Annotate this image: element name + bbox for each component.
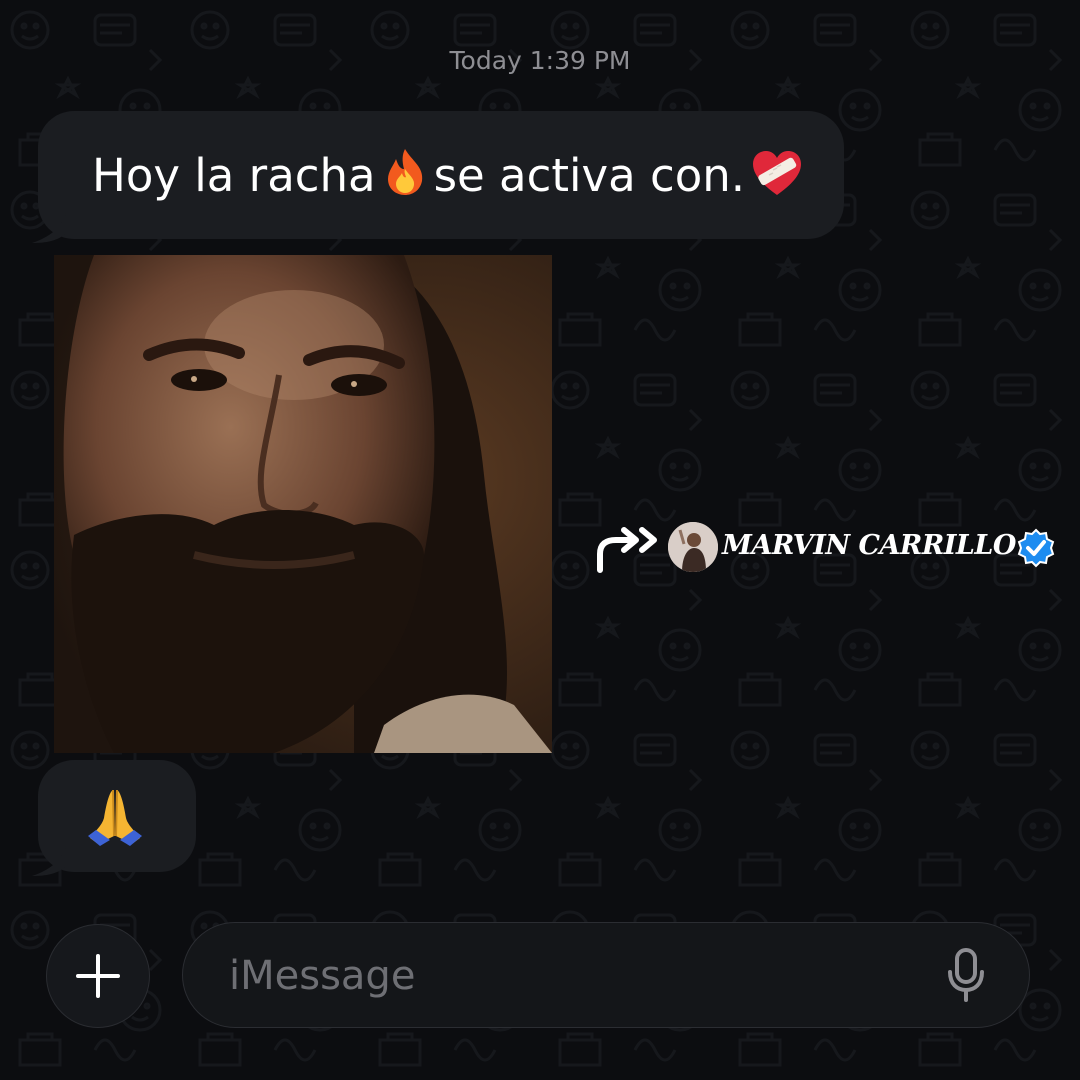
avatar xyxy=(668,522,718,572)
messages-screen: Today 1:39 PM Hoy la racha se activa con. xyxy=(0,0,1080,1080)
incoming-message-bubble[interactable]: Hoy la racha se activa con. xyxy=(32,111,844,243)
message-text-part-1: Hoy la racha xyxy=(92,149,376,202)
shared-photo[interactable] xyxy=(54,255,552,753)
message-input-field[interactable]: iMessage xyxy=(182,922,1030,1028)
man-with-beard-photo xyxy=(54,255,552,753)
plus-icon xyxy=(76,954,120,998)
message-timestamp: Today 1:39 PM xyxy=(449,46,631,75)
praying-hands-emoji xyxy=(88,789,142,846)
add-attachment-button[interactable] xyxy=(46,924,150,1028)
message-text-part-2: se activa con. xyxy=(433,149,746,202)
creator-name: MARVIN CARRILLO xyxy=(722,530,1016,561)
fire-emoji xyxy=(382,147,428,208)
incoming-message-bubble-emoji[interactable] xyxy=(32,760,196,876)
bubble-tail xyxy=(32,846,66,876)
mending-heart-emoji xyxy=(751,149,803,208)
message-text: Hoy la racha se activa con. xyxy=(92,147,809,208)
message-input-placeholder: iMessage xyxy=(229,953,416,999)
creator-watermark: MARVIN CARRILLO xyxy=(594,520,1064,580)
microphone-icon[interactable] xyxy=(947,948,985,1002)
share-arrow-icon xyxy=(597,527,657,573)
bubble-tail xyxy=(32,213,66,243)
verified-badge-icon xyxy=(1017,528,1055,568)
